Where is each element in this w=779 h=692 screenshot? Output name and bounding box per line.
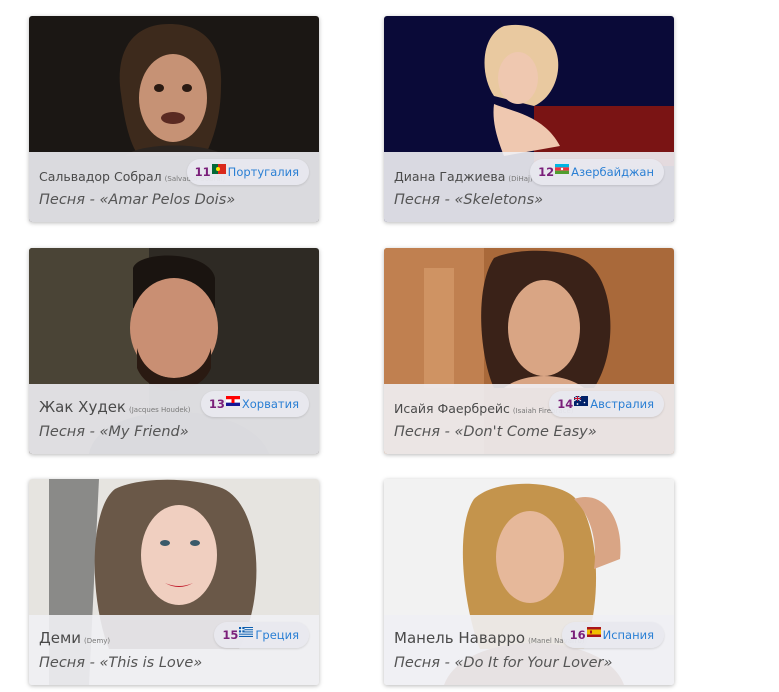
country-link[interactable]: Австралия <box>590 397 654 411</box>
running-order-number: 14 <box>557 397 574 411</box>
song-title: Песня - «Do It for Your Lover» <box>394 655 613 671</box>
card-info-panel: Исайя Фаербрейс (Isaiah Firebrace) 14 Авс… <box>384 384 674 454</box>
song-title: Песня - «This is Love» <box>39 655 203 671</box>
contestant-name: Жак Худек (Jacques Houdek) <box>39 398 191 416</box>
card-info-panel: Диана Гаджиева (DiHaj) 12 Азербайджан Пес… <box>384 152 674 222</box>
azerbaijan-flag-icon <box>555 164 570 174</box>
contestant-name: Деми (Demy) <box>39 629 111 647</box>
country-badge[interactable]: 12 Азербайджан <box>530 159 664 185</box>
contestant-card-croatia[interactable]: Жак Худек (Jacques Houdek) 13 Хорватия Пе… <box>29 248 319 454</box>
croatia-flag-icon <box>225 396 240 406</box>
contestant-card-azerbaijan[interactable]: Диана Гаджиева (DiHaj) 12 Азербайджан Пес… <box>384 16 674 222</box>
contestant-card-spain[interactable]: Манель Наварро (Manel Navarro) 16 Испания… <box>384 479 674 685</box>
running-order-number: 15 <box>222 628 239 642</box>
country-link[interactable]: Греция <box>255 628 299 642</box>
country-badge[interactable]: 11 Португалия <box>186 159 309 185</box>
song-title: Песня - «Don't Come Easy» <box>394 424 597 440</box>
contestant-original-name: (DiHaj) <box>508 175 533 183</box>
country-link[interactable]: Португалия <box>228 165 299 179</box>
country-badge[interactable]: 13 Хорватия <box>200 391 309 417</box>
card-info-panel: Деми (Demy) 15 Греция Песня - «This is Lo… <box>29 615 319 685</box>
spain-flag-icon <box>586 627 601 637</box>
running-order-number: 11 <box>194 165 211 179</box>
song-title: Песня - «My Friend» <box>39 424 189 440</box>
country-link[interactable]: Хорватия <box>242 397 299 411</box>
song-title: Песня - «Amar Pelos Dois» <box>39 192 236 208</box>
card-info-panel: Манель Наварро (Manel Navarro) 16 Испания… <box>384 615 674 685</box>
portugal-flag-icon <box>211 164 226 174</box>
greece-flag-icon <box>239 627 254 637</box>
country-badge[interactable]: 15 Греция <box>214 622 309 648</box>
country-link[interactable]: Азербайджан <box>571 165 654 179</box>
running-order-number: 16 <box>569 628 586 642</box>
contestant-card-australia[interactable]: Исайя Фаербрейс (Isaiah Firebrace) 14 Авс… <box>384 248 674 454</box>
country-badge[interactable]: 16 Испания <box>561 622 664 648</box>
card-info-panel: Сальвадор Собрал(Salvador Sobral) 11 Пор… <box>29 152 319 222</box>
contestant-original-name: (Demy) <box>84 637 111 645</box>
contestant-card-greece[interactable]: Деми (Demy) 15 Греция Песня - «This is Lo… <box>29 479 319 685</box>
running-order-number: 13 <box>208 397 225 411</box>
contestant-name: Диана Гаджиева (DiHaj) <box>394 169 533 184</box>
contestant-card-portugal[interactable]: Сальвадор Собрал(Salvador Sobral) 11 Пор… <box>29 16 319 222</box>
contestant-name: Исайя Фаербрейс (Isaiah Firebrace) <box>394 401 574 416</box>
contestant-original-name: (Jacques Houdek) <box>129 406 191 414</box>
running-order-number: 12 <box>538 165 555 179</box>
australia-flag-icon <box>574 396 589 406</box>
country-link[interactable]: Испания <box>603 628 654 642</box>
song-title: Песня - «Skeletons» <box>394 192 544 208</box>
card-info-panel: Жак Худек (Jacques Houdek) 13 Хорватия Пе… <box>29 384 319 454</box>
contestant-name: Манель Наварро (Manel Navarro) <box>394 629 585 647</box>
country-badge[interactable]: 14 Австралия <box>549 391 664 417</box>
